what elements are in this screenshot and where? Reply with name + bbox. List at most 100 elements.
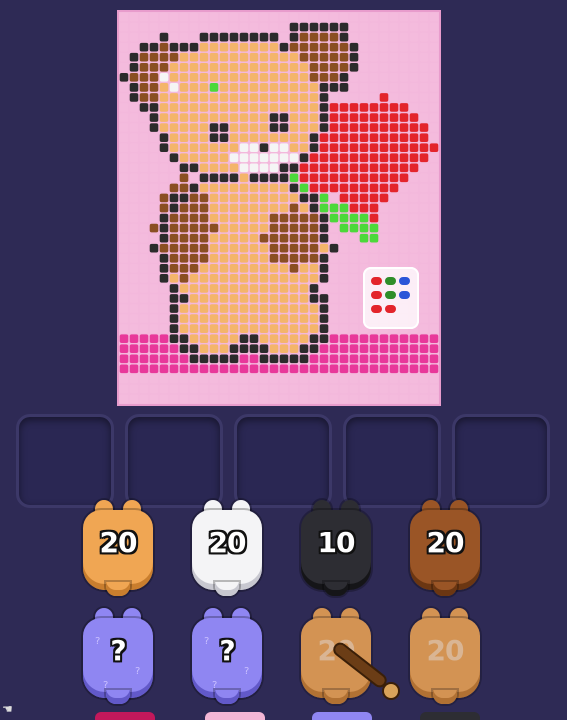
- yarn-spool-brown[interactable]: 20: [408, 500, 482, 596]
- pixel-cell: [359, 123, 369, 132]
- yarn-spool-tan-queued[interactable]: 20: [299, 608, 373, 704]
- pixel-cell: [299, 123, 309, 132]
- pixel-cell: [269, 284, 279, 293]
- pixel-cell: [249, 153, 259, 163]
- empty-slot[interactable]: [343, 414, 441, 508]
- yarn-spool-tan[interactable]: 20: [81, 500, 155, 596]
- pixel-cell: [329, 32, 339, 42]
- pixel-cell: [209, 263, 219, 273]
- pixel-cell: [149, 213, 159, 223]
- pixel-cell: [399, 334, 409, 343]
- pixel-cell: [209, 294, 219, 303]
- pixel-cell: [249, 394, 259, 404]
- pixel-cell: [289, 103, 299, 112]
- pixel-cell: [209, 42, 219, 52]
- pixel-cell: [139, 223, 149, 233]
- pixel-cell: [349, 203, 359, 213]
- pixel-cell: [139, 93, 149, 102]
- pixel-cell: [119, 324, 129, 333]
- pixel-cell: [179, 233, 189, 243]
- pixel-cell: [209, 163, 219, 173]
- pixel-cell: [279, 213, 289, 223]
- pixel-cell: [229, 203, 239, 213]
- pixel-cell: [229, 143, 239, 153]
- pixel-cell: [379, 103, 389, 112]
- yarn-spool-tan-queued[interactable]: 20: [408, 608, 482, 704]
- pixel-cell: [329, 314, 339, 323]
- pixel-cell: [409, 52, 419, 62]
- empty-slot[interactable]: [16, 414, 114, 508]
- pixel-cell: [399, 52, 409, 62]
- pixel-cell: [259, 384, 269, 394]
- empty-slot[interactable]: [452, 414, 550, 508]
- pixel-cell: [259, 163, 269, 173]
- pixel-cell: [369, 253, 379, 263]
- pixel-cell: [379, 113, 389, 122]
- pixel-cell: [159, 364, 169, 374]
- pixel-cell: [129, 93, 139, 102]
- pixel-cell: [169, 113, 179, 122]
- pixel-cell: [159, 243, 169, 253]
- pixel-cell: [219, 12, 229, 22]
- pixel-cell: [369, 173, 379, 183]
- pixel-cell: [359, 384, 369, 394]
- pixel-cell: [299, 163, 309, 173]
- pixel-cell: [259, 344, 269, 354]
- pixel-cell: [429, 12, 439, 22]
- pixel-cell: [369, 12, 379, 22]
- pixel-cell: [229, 344, 239, 354]
- pixel-cell: [349, 334, 359, 343]
- pixel-cell: [329, 83, 339, 92]
- empty-slot[interactable]: [125, 414, 223, 508]
- pixel-cell: [169, 22, 179, 32]
- mystery-spool[interactable]: ??? ?: [81, 608, 155, 704]
- empty-slot[interactable]: [234, 414, 332, 508]
- pixel-cell: [329, 324, 339, 333]
- yarn-spool-white[interactable]: 20: [190, 500, 264, 596]
- pixel-cell: [139, 284, 149, 293]
- pixel-cell: [209, 274, 219, 283]
- pixel-cell: [229, 32, 239, 42]
- pixel-cell: [139, 52, 149, 62]
- pixel-cell: [149, 354, 159, 364]
- pixel-cell: [239, 233, 249, 243]
- pixel-cell: [279, 394, 289, 404]
- pixel-cell: [299, 274, 309, 283]
- pixel-cell: [299, 213, 309, 223]
- pixel-cell: [169, 294, 179, 303]
- pixel-cell: [189, 263, 199, 273]
- pixel-cell: [169, 183, 179, 193]
- pixel-cell: [159, 274, 169, 283]
- pixel-cell: [289, 233, 299, 243]
- pixel-cell: [239, 304, 249, 313]
- pixel-cell: [409, 163, 419, 173]
- pixel-art-board: [119, 12, 439, 404]
- pixel-cell: [199, 12, 209, 22]
- pixel-cell: [139, 243, 149, 253]
- pixel-cell: [379, 364, 389, 374]
- yarn-spool-black[interactable]: 10: [299, 500, 373, 596]
- pixel-cell: [229, 153, 239, 163]
- pixel-cell: [309, 153, 319, 163]
- pixel-cell: [379, 354, 389, 364]
- pixel-cell: [219, 153, 229, 163]
- pixel-cell: [169, 73, 179, 82]
- pixel-cell: [399, 93, 409, 102]
- pixel-cell: [319, 253, 329, 263]
- mystery-spool[interactable]: ??? ?: [190, 608, 264, 704]
- pixel-cell: [339, 133, 349, 142]
- pixel-cell: [259, 263, 269, 273]
- pixel-cell: [339, 203, 349, 213]
- pixel-cell: [399, 253, 409, 263]
- pixel-cell: [149, 83, 159, 92]
- pixel-cell: [399, 113, 409, 122]
- pixel-cell: [209, 62, 219, 72]
- pixel-cell: [369, 83, 379, 92]
- pixel-cell: [389, 334, 399, 343]
- pixel-cell: [289, 83, 299, 92]
- pixel-cell: [179, 364, 189, 374]
- pixel-cell: [189, 73, 199, 82]
- pixel-cell: [229, 193, 239, 203]
- pixel-cell: [359, 73, 369, 82]
- candy-jar-powerup[interactable]: [363, 267, 419, 329]
